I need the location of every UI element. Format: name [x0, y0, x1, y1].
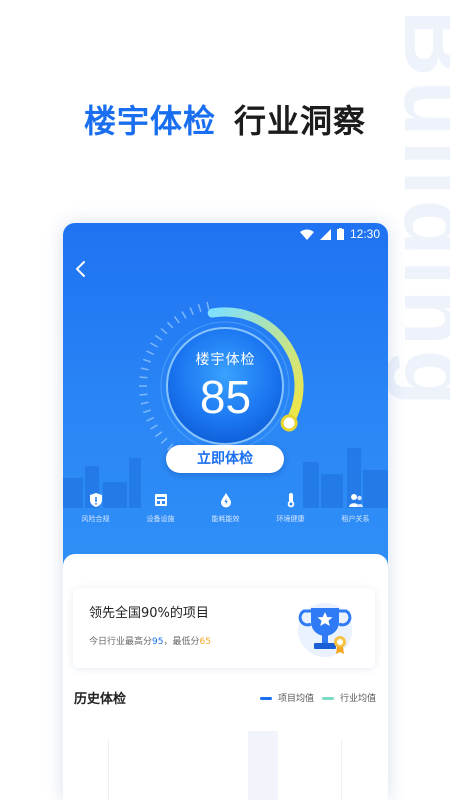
- content-panel: 领先全国90%的项目 今日行业最高分95，最低分65 历史体检 项目均值 行业均…: [63, 554, 388, 800]
- gauge-tick: [181, 311, 187, 319]
- headline-primary: 楼宇体检: [83, 102, 216, 140]
- legend-label-project: 项目均值: [277, 694, 314, 704]
- energy-drop-icon: [220, 493, 231, 508]
- category-label: 租户关系: [341, 515, 370, 523]
- category-label: 能耗能效: [211, 515, 240, 523]
- thermometer-icon: [287, 493, 294, 508]
- category-equipment[interactable]: 设备设施: [128, 492, 193, 532]
- gauge-tick: [160, 327, 168, 335]
- gauge-tick: [173, 315, 180, 324]
- legend-item-project: 项目均值: [259, 691, 314, 704]
- legend-item-industry: 行业均值: [321, 691, 376, 704]
- rank-card-title: 领先全国90%的项目: [89, 606, 209, 621]
- history-legend: 项目均值 行业均值: [259, 691, 376, 704]
- rank-card-sub-mid: ，最低分: [163, 637, 200, 647]
- battery-icon: [336, 228, 344, 240]
- legend-label-industry: 行业均值: [339, 694, 376, 704]
- status-bar: 12:30: [63, 223, 388, 247]
- category-label: 环境健康: [276, 515, 305, 523]
- phone-mockup: 12:30 楼宇体检 85 立即体检 风险合规 设备设施 能耗能效 环境健康 租…: [63, 223, 388, 800]
- category-tenants[interactable]: 租户关系: [323, 492, 388, 532]
- category-row: 风险合规 设备设施 能耗能效 环境健康 租户关系: [63, 492, 388, 532]
- page-headline: 楼宇体检 行业洞察: [0, 96, 450, 142]
- start-checkup-button[interactable]: 立即体检: [166, 445, 284, 473]
- category-risk[interactable]: 风险合规: [63, 492, 128, 532]
- gauge-tick: [160, 437, 168, 445]
- status-icons: 12:30: [299, 227, 380, 241]
- wifi-icon: [299, 229, 314, 240]
- category-environment[interactable]: 环境健康: [258, 492, 323, 532]
- gauge-tick: [189, 307, 194, 316]
- device-icon: [154, 494, 167, 506]
- gauge-tick: [150, 424, 158, 430]
- gauge-tick: [154, 334, 163, 341]
- rank-card-sub-prefix: 今日行业最高分: [89, 637, 153, 647]
- rank-card-subtitle: 今日行业最高分95，最低分65: [89, 634, 211, 647]
- gauge-tick: [154, 431, 163, 438]
- category-label: 风险合规: [81, 515, 110, 523]
- hero-panel: 12:30 楼宇体检 85 立即体检 风险合规 设备设施 能耗能效 环境健康 租…: [63, 223, 388, 568]
- history-chart-area: [108, 731, 342, 800]
- watermark-text: Building: [385, 10, 450, 410]
- shield-icon: [89, 493, 102, 507]
- category-energy[interactable]: 能耗能效: [193, 492, 258, 532]
- gauge-tick: [150, 342, 158, 348]
- gauge-tick: [197, 303, 202, 313]
- gauge-score: 85: [199, 371, 252, 423]
- signal-icon: [319, 228, 331, 240]
- gauge-tick: [206, 301, 210, 310]
- back-arrow-icon[interactable]: [71, 259, 91, 279]
- gauge-tick: [166, 321, 174, 329]
- tenants-icon: [348, 494, 363, 507]
- category-label: 设备设施: [146, 515, 175, 523]
- background-watermark: Building: [382, 10, 450, 550]
- headline-secondary: 行业洞察: [234, 102, 367, 140]
- low-score: 65: [199, 637, 211, 647]
- trophy-icon: [298, 603, 352, 657]
- rank-card[interactable]: 领先全国90%的项目 今日行业最高分95，最低分65: [73, 588, 375, 668]
- history-title: 历史体检: [74, 692, 127, 707]
- high-score: 95: [152, 637, 164, 647]
- status-time: 12:30: [349, 227, 380, 241]
- gauge-title: 楼宇体检: [195, 352, 256, 368]
